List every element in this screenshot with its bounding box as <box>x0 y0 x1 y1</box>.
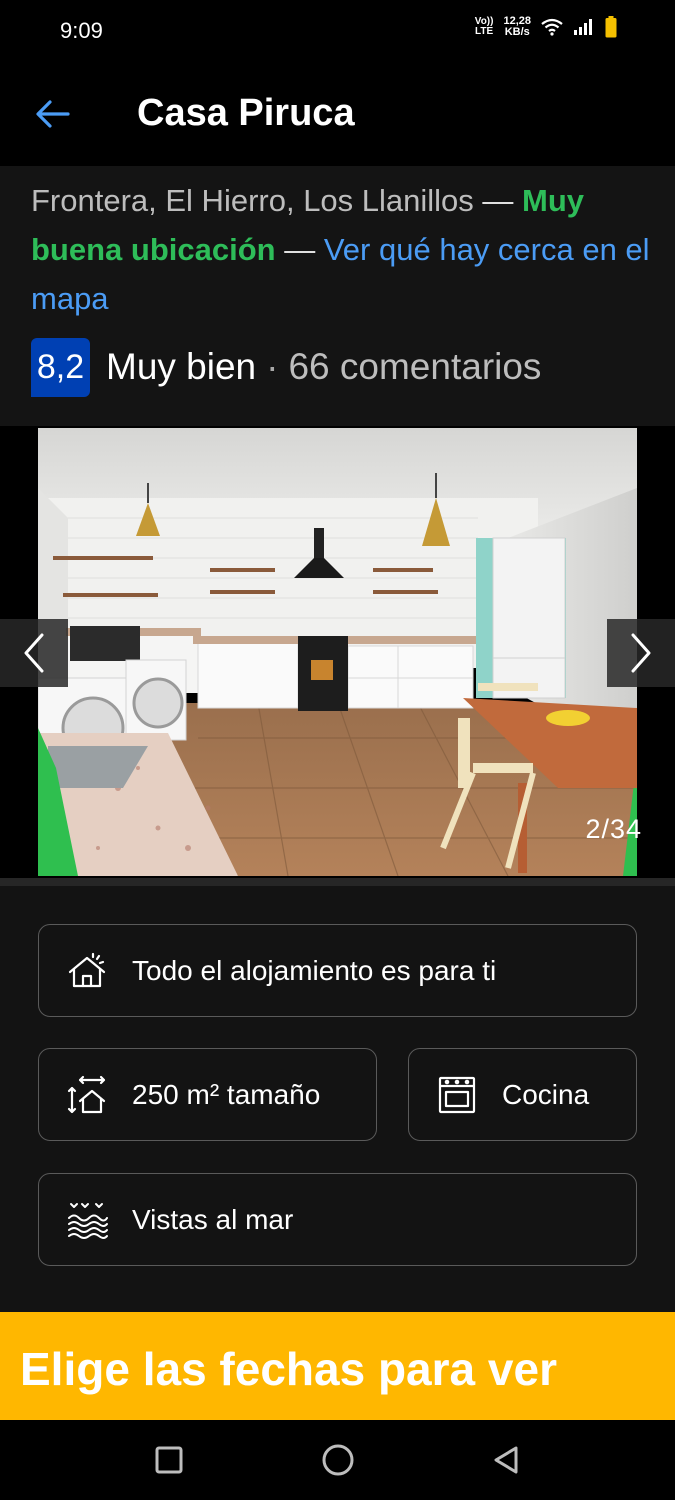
feature-label: 250 m² tamaño <box>132 1078 321 1110</box>
status-time: 9:09 <box>60 18 103 43</box>
status-bar: 9:09 Vo)) LTE 12,28 KB/s <box>0 0 675 62</box>
back-button[interactable] <box>30 92 74 136</box>
rating-separator: · <box>266 346 279 387</box>
arrow-left-icon <box>36 100 70 128</box>
location-address: Frontera, El Hierro, Los Llanillos <box>31 183 474 218</box>
back-nav-button[interactable] <box>486 1440 526 1480</box>
kitchen-photo[interactable] <box>38 428 637 876</box>
feature-whole-place[interactable]: Todo el alojamiento es para ti <box>38 924 637 1017</box>
rating-label: Muy bien <box>106 346 257 387</box>
triangle-back-icon <box>494 1446 518 1474</box>
review-count[interactable]: 66 comentarios <box>288 346 541 388</box>
feature-chips: Todo el alojamiento es para ti 250 m² ta… <box>0 886 675 1312</box>
recent-apps-button[interactable] <box>149 1440 189 1480</box>
score-badge: 8,2 <box>31 337 90 397</box>
house-icon <box>63 947 111 995</box>
feature-kitchen[interactable]: Cocina <box>408 1048 637 1141</box>
size-icon <box>63 1071 111 1119</box>
gallery-prev-button[interactable] <box>0 619 68 687</box>
divider <box>0 878 675 886</box>
feature-sea-view[interactable]: Vistas al mar <box>38 1173 637 1266</box>
feature-label: Todo el alojamiento es para ti <box>132 954 497 986</box>
page-title: Casa Piruca <box>137 92 355 134</box>
chevron-right-icon <box>631 633 651 673</box>
app-bar: Casa Piruca <box>0 62 675 166</box>
dash-separator: — <box>275 232 324 267</box>
status-icons: Vo)) LTE 12,28 KB/s <box>475 16 617 38</box>
choose-dates-text: Elige las fechas para ver <box>20 1343 557 1395</box>
location-line: Frontera, El Hierro, Los Llanillos — Muy… <box>31 176 651 323</box>
chevron-left-icon <box>24 633 44 673</box>
photo-gallery[interactable]: 2/34 <box>0 426 675 878</box>
circle-icon <box>322 1444 354 1476</box>
square-icon <box>155 1446 183 1474</box>
battery-icon <box>605 16 617 38</box>
property-header: Frontera, El Hierro, Los Llanillos — Muy… <box>0 166 675 426</box>
wifi-icon <box>541 18 563 36</box>
sea-view-icon <box>63 1196 111 1244</box>
system-nav-bar <box>0 1420 675 1500</box>
photo-counter: 2/34 <box>585 814 642 844</box>
network-speed: 12,28 KB/s <box>503 15 531 38</box>
feature-size[interactable]: 250 m² tamaño <box>38 1048 377 1141</box>
feature-label: Vistas al mar <box>132 1203 294 1235</box>
dash-separator: — <box>473 183 523 218</box>
feature-label: Cocina <box>502 1078 590 1110</box>
rating-row[interactable]: 8,2 Muy bien · 66 comentarios <box>31 337 541 397</box>
volte-indicator: Vo)) LTE <box>474 16 494 37</box>
choose-dates-banner[interactable]: Elige las fechas para ver <box>0 1312 675 1420</box>
gallery-next-button[interactable] <box>607 619 675 687</box>
signal-icon <box>574 19 592 35</box>
oven-icon <box>433 1071 481 1119</box>
home-button[interactable] <box>318 1440 358 1480</box>
